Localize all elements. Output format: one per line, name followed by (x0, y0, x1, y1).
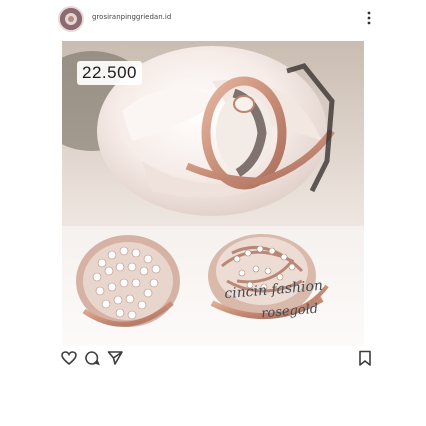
comment-button[interactable] (84, 350, 100, 366)
profile-avatar[interactable] (58, 6, 84, 32)
post-header: grosiranpinggriedan.id (0, 0, 426, 40)
price-tag: 22.500 (77, 61, 142, 85)
username[interactable]: grosiranpinggriedan.id (92, 13, 171, 21)
product-photo: cincin fashion rosegold (62, 41, 364, 346)
more-vertical-icon (367, 11, 371, 25)
instagram-post: grosiranpinggriedan.id cincin fashion ro… (0, 0, 426, 426)
heart-icon (61, 351, 77, 366)
save-button[interactable] (357, 350, 373, 366)
action-bar (0, 350, 426, 426)
share-icon (107, 351, 123, 365)
bookmark-icon (359, 350, 371, 366)
avatar-image (60, 8, 82, 30)
post-image[interactable]: cincin fashion rosegold 22.500 (62, 41, 364, 346)
more-options-button[interactable] (362, 6, 376, 30)
like-button[interactable] (61, 350, 77, 366)
comment-icon (85, 351, 100, 366)
share-button[interactable] (107, 350, 123, 366)
